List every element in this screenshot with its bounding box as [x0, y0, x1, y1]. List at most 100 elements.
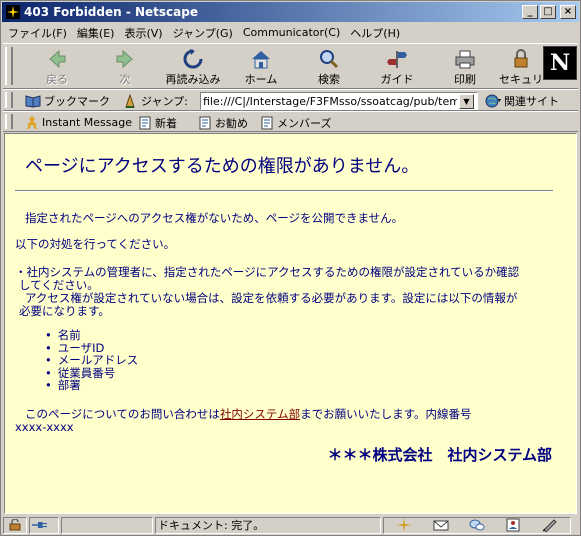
menu-view[interactable]: 表示(V)	[119, 25, 167, 41]
url-history-dropdown[interactable]: ▼	[459, 93, 474, 109]
netscape-logo[interactable]: N	[543, 46, 577, 80]
jump-label: ジャンプ:	[141, 95, 188, 108]
menu-edit[interactable]: 編集(E)	[72, 25, 120, 41]
list-item: メールアドレス	[45, 354, 139, 367]
instant-message-label: Instant Message	[42, 116, 132, 129]
related-sites-button[interactable]: 関連サイト	[484, 92, 559, 110]
search-button[interactable]: 検索	[297, 47, 361, 87]
page-icon	[261, 116, 273, 130]
related-sites-label: 関連サイト	[504, 95, 559, 108]
bookmarks-label: ブックマーク	[44, 95, 110, 108]
print-button[interactable]: 印刷	[433, 47, 497, 87]
lock-icon	[509, 47, 533, 70]
search-icon	[317, 47, 341, 70]
reload-icon	[181, 47, 205, 70]
message-line-2: 以下の対処を行ってください。	[15, 237, 176, 251]
contact-text-after: までお願いいたします。内線番号	[300, 407, 472, 421]
system-dept-link[interactable]: 社内システム部	[220, 407, 300, 421]
menu-bar: ファイル(F) 編集(E) 表示(V) ジャンプ(G) Communicator…	[3, 23, 578, 42]
mail-icon[interactable]	[432, 517, 450, 533]
location-label-group: ジャンプ:	[123, 92, 188, 110]
menu-go[interactable]: ジャンプ(G)	[168, 25, 238, 41]
page-heading: ページにアクセスするための権限がありません。	[25, 156, 420, 177]
window-title: 403 Forbidden - Netscape	[24, 5, 198, 19]
connection-plug-icon	[32, 517, 50, 533]
menu-communicator[interactable]: Communicator(C)	[238, 26, 345, 39]
toolbar-grip[interactable]	[5, 47, 13, 85]
guide-icon	[385, 47, 409, 70]
home-label: ホーム	[244, 73, 278, 86]
recommend-label: お勧め	[215, 116, 248, 130]
personal-toolbar: Instant Message 新着 お勧め メンバーズ	[3, 111, 578, 132]
new-label: 新着	[155, 116, 177, 130]
menu-help[interactable]: ヘルプ(H)	[345, 25, 405, 41]
members-bookmark-button[interactable]: メンバーズ	[261, 114, 331, 131]
newsgroup-icon[interactable]	[468, 517, 486, 533]
list-item: 名前	[45, 329, 138, 342]
personal-grip[interactable]	[5, 114, 13, 129]
home-icon	[249, 47, 273, 70]
page-content: ページにアクセスするための権限がありません。 指定されたページへのアクセス権がな…	[4, 133, 577, 514]
composer-icon[interactable]	[541, 517, 559, 533]
search-label: 検索	[318, 73, 340, 86]
browser-window: 403 Forbidden - Netscape _ □ × ファイル(F) 編…	[0, 0, 581, 536]
close-button[interactable]: ×	[560, 5, 576, 19]
message-line-6: 必要になります。	[19, 304, 110, 318]
required-info-list: 名前 ユーザID メールアドレス 従業員番号 部署	[45, 329, 139, 392]
page-icon	[199, 116, 211, 130]
printer-icon	[453, 47, 477, 70]
list-item: 部署	[45, 379, 138, 392]
message-line-1: 指定されたページへのアクセス権がないため、ページを公開できません。	[25, 211, 404, 225]
security-button[interactable]: セキュリ	[497, 47, 545, 87]
address-book-icon[interactable]	[504, 517, 522, 533]
status-bar: ドキュメント: 完了。	[3, 515, 580, 535]
horizontal-rule	[15, 190, 553, 192]
guide-button[interactable]: ガイド	[365, 47, 429, 87]
extension-number: xxxx-xxxx	[15, 420, 74, 434]
progress-meter	[61, 516, 153, 534]
location-icon	[123, 94, 137, 108]
location-toolbar: ブックマーク ジャンプ: ▼ 関連サイト	[3, 89, 578, 111]
online-status[interactable]	[29, 516, 59, 534]
location-grip[interactable]	[5, 92, 13, 108]
netscape-logo-letter: N	[549, 50, 571, 76]
bookmarks-icon	[25, 94, 41, 108]
back-arrow-icon	[45, 47, 69, 70]
menu-file[interactable]: ファイル(F)	[3, 25, 72, 41]
security-status[interactable]	[3, 516, 27, 534]
home-button[interactable]: ホーム	[229, 47, 293, 87]
url-input[interactable]	[201, 94, 459, 108]
instant-message-button[interactable]: Instant Message	[25, 114, 132, 131]
page-icon	[139, 116, 151, 130]
company-signature: ＊＊＊株式会社 社内システム部	[327, 446, 552, 464]
guide-label: ガイド	[380, 73, 414, 86]
navigator-icon[interactable]	[395, 517, 413, 533]
url-field-container: ▼	[200, 92, 478, 110]
chevron-down-icon: ▼	[463, 96, 470, 106]
forward-label: 次	[119, 73, 131, 86]
forward-button[interactable]: 次	[93, 47, 157, 87]
maximize-button[interactable]: □	[540, 5, 556, 19]
bookmarks-button[interactable]: ブックマーク	[25, 92, 110, 110]
navigation-toolbar: 戻る 次 再読み込み ホーム 検索 ガイド 印刷 セキュリ	[3, 43, 578, 89]
forward-arrow-icon	[113, 47, 137, 70]
title-bar[interactable]: 403 Forbidden - Netscape _ □ ×	[2, 2, 579, 22]
back-label: 戻る	[46, 73, 68, 86]
reload-button[interactable]: 再読み込み	[161, 47, 225, 87]
lock-icon	[6, 517, 24, 533]
security-label: セキュリ	[499, 73, 543, 86]
status-text: ドキュメント: 完了。	[155, 516, 381, 534]
contact-line: このページについてのお問い合わせは社内システム部までお願いいたします。内線番号	[25, 408, 471, 421]
back-button[interactable]: 戻る	[25, 47, 89, 87]
contact-text-before: このページについてのお問い合わせは	[25, 407, 220, 421]
reload-label: 再読み込み	[165, 73, 221, 86]
instant-message-icon	[25, 116, 39, 130]
new-bookmark-button[interactable]: 新着	[139, 114, 177, 131]
members-label: メンバーズ	[277, 116, 332, 130]
netscape-app-icon	[5, 4, 21, 20]
component-bar	[383, 516, 571, 534]
recommend-bookmark-button[interactable]: お勧め	[199, 114, 248, 131]
related-sites-icon	[484, 93, 502, 109]
print-label: 印刷	[454, 73, 476, 86]
minimize-button[interactable]: _	[522, 5, 538, 19]
